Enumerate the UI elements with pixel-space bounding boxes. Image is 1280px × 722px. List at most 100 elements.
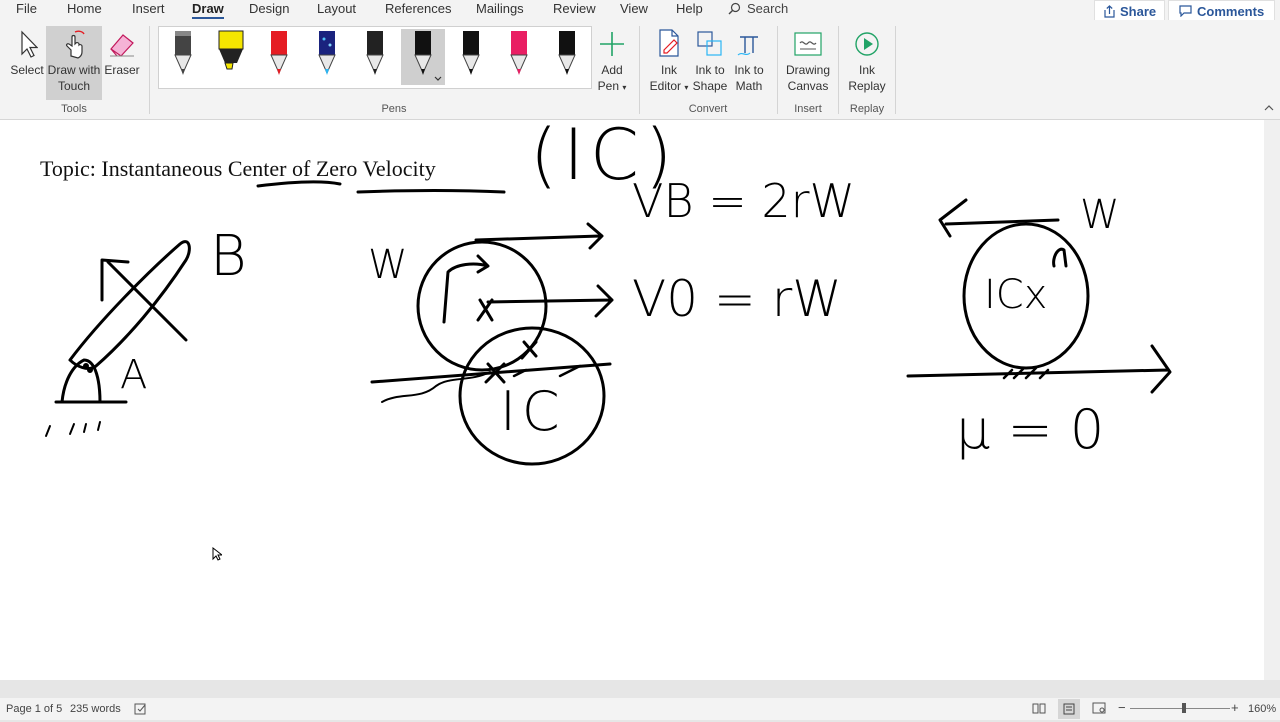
pen-black-1[interactable] <box>355 29 395 85</box>
pen-icon <box>174 31 192 75</box>
ink-replay-button[interactable]: Ink Replay <box>846 26 888 94</box>
web-layout-icon[interactable] <box>1092 702 1106 717</box>
ink-editor-label-1: Ink <box>660 63 677 77</box>
tab-draw[interactable]: Draw <box>192 1 224 19</box>
search-box[interactable]: Search <box>728 1 788 16</box>
pens-group-label: Pens <box>381 103 407 115</box>
tab-references[interactable]: References <box>385 1 451 16</box>
plus-icon <box>600 32 624 56</box>
tab-file[interactable]: File <box>16 1 37 16</box>
read-mode-icon[interactable] <box>1032 702 1046 717</box>
ink-velocity-arrow-mid <box>486 284 614 318</box>
comments-label: Comments <box>1197 3 1265 19</box>
add-pen-button[interactable]: Add Pen ▾ <box>594 26 630 96</box>
pen-icon <box>558 31 576 75</box>
tab-view[interactable]: View <box>620 1 648 16</box>
zoom-slider[interactable] <box>1130 708 1230 709</box>
zoom-slider-thumb[interactable] <box>1182 703 1186 713</box>
page-count[interactable]: Page 1 of 5 <box>6 703 62 715</box>
tab-insert[interactable]: Insert <box>132 1 165 16</box>
ink-underline <box>256 180 342 188</box>
tab-design[interactable]: Design <box>249 1 289 16</box>
share-button[interactable]: Share <box>1094 0 1166 22</box>
print-layout-icon[interactable] <box>1058 699 1080 719</box>
collapse-ribbon-icon[interactable] <box>1264 103 1274 115</box>
ink-text-a: A <box>120 352 148 398</box>
share-label: Share <box>1120 3 1157 19</box>
pen-pink[interactable] <box>499 29 539 85</box>
draw-with-touch-label-1: Draw with <box>47 63 101 77</box>
drawing-canvas-button[interactable]: Drawing Canvas <box>782 26 834 94</box>
ink-to-math-button[interactable]: Ink to Math <box>730 26 768 94</box>
pen-galaxy[interactable] <box>307 29 347 85</box>
add-pen-label-2: Pen ▾ <box>597 79 627 93</box>
ink-to-shape-label-2: Shape <box>692 79 728 93</box>
select-label: Select <box>10 63 44 77</box>
word-count[interactable]: 235 words <box>70 703 121 715</box>
highlighter-yellow[interactable] <box>211 29 251 85</box>
select-button[interactable]: Select <box>8 26 46 78</box>
ink-replay-label-2: Replay <box>848 79 886 93</box>
drawing-canvas-icon <box>794 32 822 56</box>
pen-black-3[interactable] <box>547 29 587 85</box>
pen-icon <box>270 31 288 75</box>
ink-replay-label-1: Ink <box>858 63 875 77</box>
tab-help[interactable]: Help <box>676 1 703 16</box>
ink-rotation-arrow <box>442 254 490 324</box>
ink-hatch <box>45 421 101 437</box>
search-icon <box>728 2 741 15</box>
ink-text-b: B <box>210 224 247 289</box>
pen-icon <box>414 31 442 81</box>
ink-to-math-label-2: Math <box>735 79 763 93</box>
ink-text-mu: μ = 0 <box>956 398 1105 461</box>
tab-review[interactable]: Review <box>553 1 596 16</box>
ink-bar-shape <box>68 240 191 370</box>
comment-icon <box>1179 5 1192 17</box>
chevron-down-icon: ▾ <box>684 83 689 92</box>
ink-text-w-right: W <box>1080 192 1120 238</box>
proofing-icon[interactable] <box>134 703 148 718</box>
separator <box>149 26 150 114</box>
pens-gallery[interactable] <box>158 26 592 89</box>
ink-text-w-left: W <box>368 242 408 288</box>
share-icon <box>1104 4 1115 18</box>
document-page[interactable]: Topic: Instantaneous Center of Zero Velo… <box>0 120 1264 680</box>
separator <box>895 26 896 114</box>
ink-to-shape-icon <box>697 31 722 56</box>
highlighter-icon <box>218 30 244 70</box>
ribbon: Select Draw with Touch Eraser Tools Pens… <box>0 20 1280 120</box>
pen-icon <box>318 31 336 75</box>
eraser-label: Eraser <box>104 63 140 77</box>
ink-text-ic-x: ICx <box>984 272 1048 318</box>
ink-editor-label-2: Editor ▾ <box>649 79 689 93</box>
zoom-out-button[interactable]: − <box>1118 700 1126 715</box>
separator <box>838 26 839 114</box>
eraser-button[interactable]: Eraser <box>102 26 142 78</box>
tools-group-label: Tools <box>61 103 87 115</box>
ink-replay-icon <box>855 32 879 56</box>
ink-to-shape-button[interactable]: Ink to Shape <box>692 26 728 94</box>
ribbon-tab-bar: File Home Insert Draw Design Layout Refe… <box>0 0 1280 22</box>
status-bar: Page 1 of 5 235 words − + 160% <box>0 698 1280 720</box>
tab-mailings[interactable]: Mailings <box>476 1 524 16</box>
tab-home[interactable]: Home <box>67 1 102 16</box>
pen-black-selected[interactable] <box>401 29 445 85</box>
ink-text-vb: VB = 2rW <box>632 174 856 228</box>
document-area: Topic: Instantaneous Center of Zero Velo… <box>0 120 1280 680</box>
ink-rotation-arrow-right <box>1052 247 1068 268</box>
ink-to-math-label-1: Ink to <box>734 63 764 77</box>
ink-ground-right <box>906 344 1172 394</box>
chevron-down-icon: ▾ <box>622 83 627 92</box>
ink-text-ic: IC <box>500 380 566 443</box>
draw-with-touch-button[interactable]: Draw with Touch <box>46 26 102 100</box>
ink-editor-button[interactable]: Ink Editor ▾ <box>646 26 692 96</box>
mouse-cursor-icon <box>212 547 222 561</box>
pen-black-2[interactable] <box>451 29 491 85</box>
tab-layout[interactable]: Layout <box>317 1 356 16</box>
pen-gray[interactable] <box>163 29 203 85</box>
pen-red[interactable] <box>259 29 299 85</box>
vertical-scrollbar[interactable] <box>1264 120 1280 680</box>
zoom-level[interactable]: 160% <box>1248 703 1276 715</box>
zoom-in-button[interactable]: + <box>1231 700 1239 715</box>
comments-button[interactable]: Comments <box>1168 0 1276 22</box>
